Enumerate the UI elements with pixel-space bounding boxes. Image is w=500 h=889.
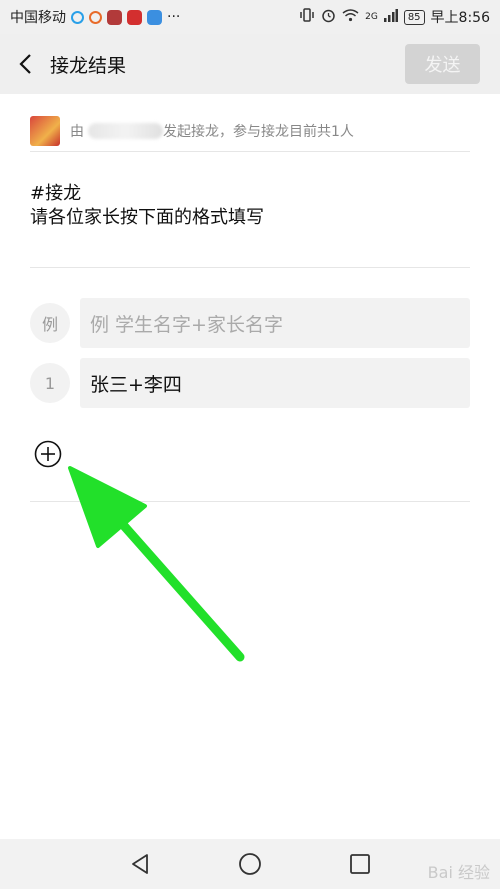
app-notification-icon [71, 10, 84, 24]
network-type-label: 2G [365, 12, 378, 22]
square-recents-icon [350, 854, 370, 874]
triangle-back-icon [132, 854, 148, 874]
page-title: 接龙结果 [50, 54, 127, 77]
chevron-left-icon [19, 54, 31, 74]
circle-home-icon [239, 853, 261, 875]
plus-circle-icon [34, 440, 62, 468]
system-navigation-bar [0, 839, 500, 889]
app-notification-icon [107, 9, 122, 25]
system-back-button[interactable] [125, 849, 155, 879]
entry-number: 1 [30, 363, 70, 403]
system-recents-button[interactable] [345, 849, 375, 879]
info-summary: 发起接龙，参与接龙目前共1人 [163, 123, 354, 140]
blurred-user-name [88, 122, 163, 139]
battery-indicator: 85 [403, 9, 425, 25]
vibrate-icon [299, 8, 315, 26]
app-notification-icon [89, 10, 102, 24]
topic-description: 请各位家长按下面的格式填写 [30, 207, 264, 228]
app-notification-icon [127, 9, 142, 25]
avatar[interactable] [30, 115, 60, 146]
entry-row: 1 张三+李四 [30, 358, 470, 408]
signal-icon [383, 8, 398, 26]
back-button[interactable] [0, 34, 50, 94]
topic-hashtag: #接龙 [30, 183, 82, 204]
carrier-label: 中国移动 [10, 10, 66, 26]
alarm-icon [321, 8, 336, 27]
navigation-bar: 接龙结果 发送 [0, 34, 500, 94]
watermark: Bai 经验 [427, 863, 490, 882]
more-notifications-icon: ··· [167, 9, 181, 25]
system-home-button[interactable] [235, 849, 265, 879]
entry-input[interactable]: 张三+李四 [80, 358, 470, 408]
status-bar: 中国移动 ··· 2G 85 早上8:56 [0, 0, 500, 34]
divider [30, 501, 470, 502]
entry-number: 例 [30, 303, 70, 343]
initiator-info: 由 发起接龙，参与接龙目前共1人 [30, 110, 470, 152]
divider [30, 267, 470, 268]
add-entry-button[interactable] [34, 440, 62, 468]
solitaire-topic: #接龙 请各位家长按下面的格式填写 [30, 182, 470, 230]
clock: 早上8:56 [430, 10, 490, 26]
app-notification-icon [147, 9, 162, 25]
send-button[interactable]: 发送 [405, 44, 480, 84]
example-entry-row: 例 例 学生名字+家长名字 [30, 298, 470, 348]
wifi-icon [342, 8, 359, 26]
example-entry-field: 例 学生名字+家长名字 [80, 298, 470, 348]
info-prefix: 由 [70, 123, 84, 140]
